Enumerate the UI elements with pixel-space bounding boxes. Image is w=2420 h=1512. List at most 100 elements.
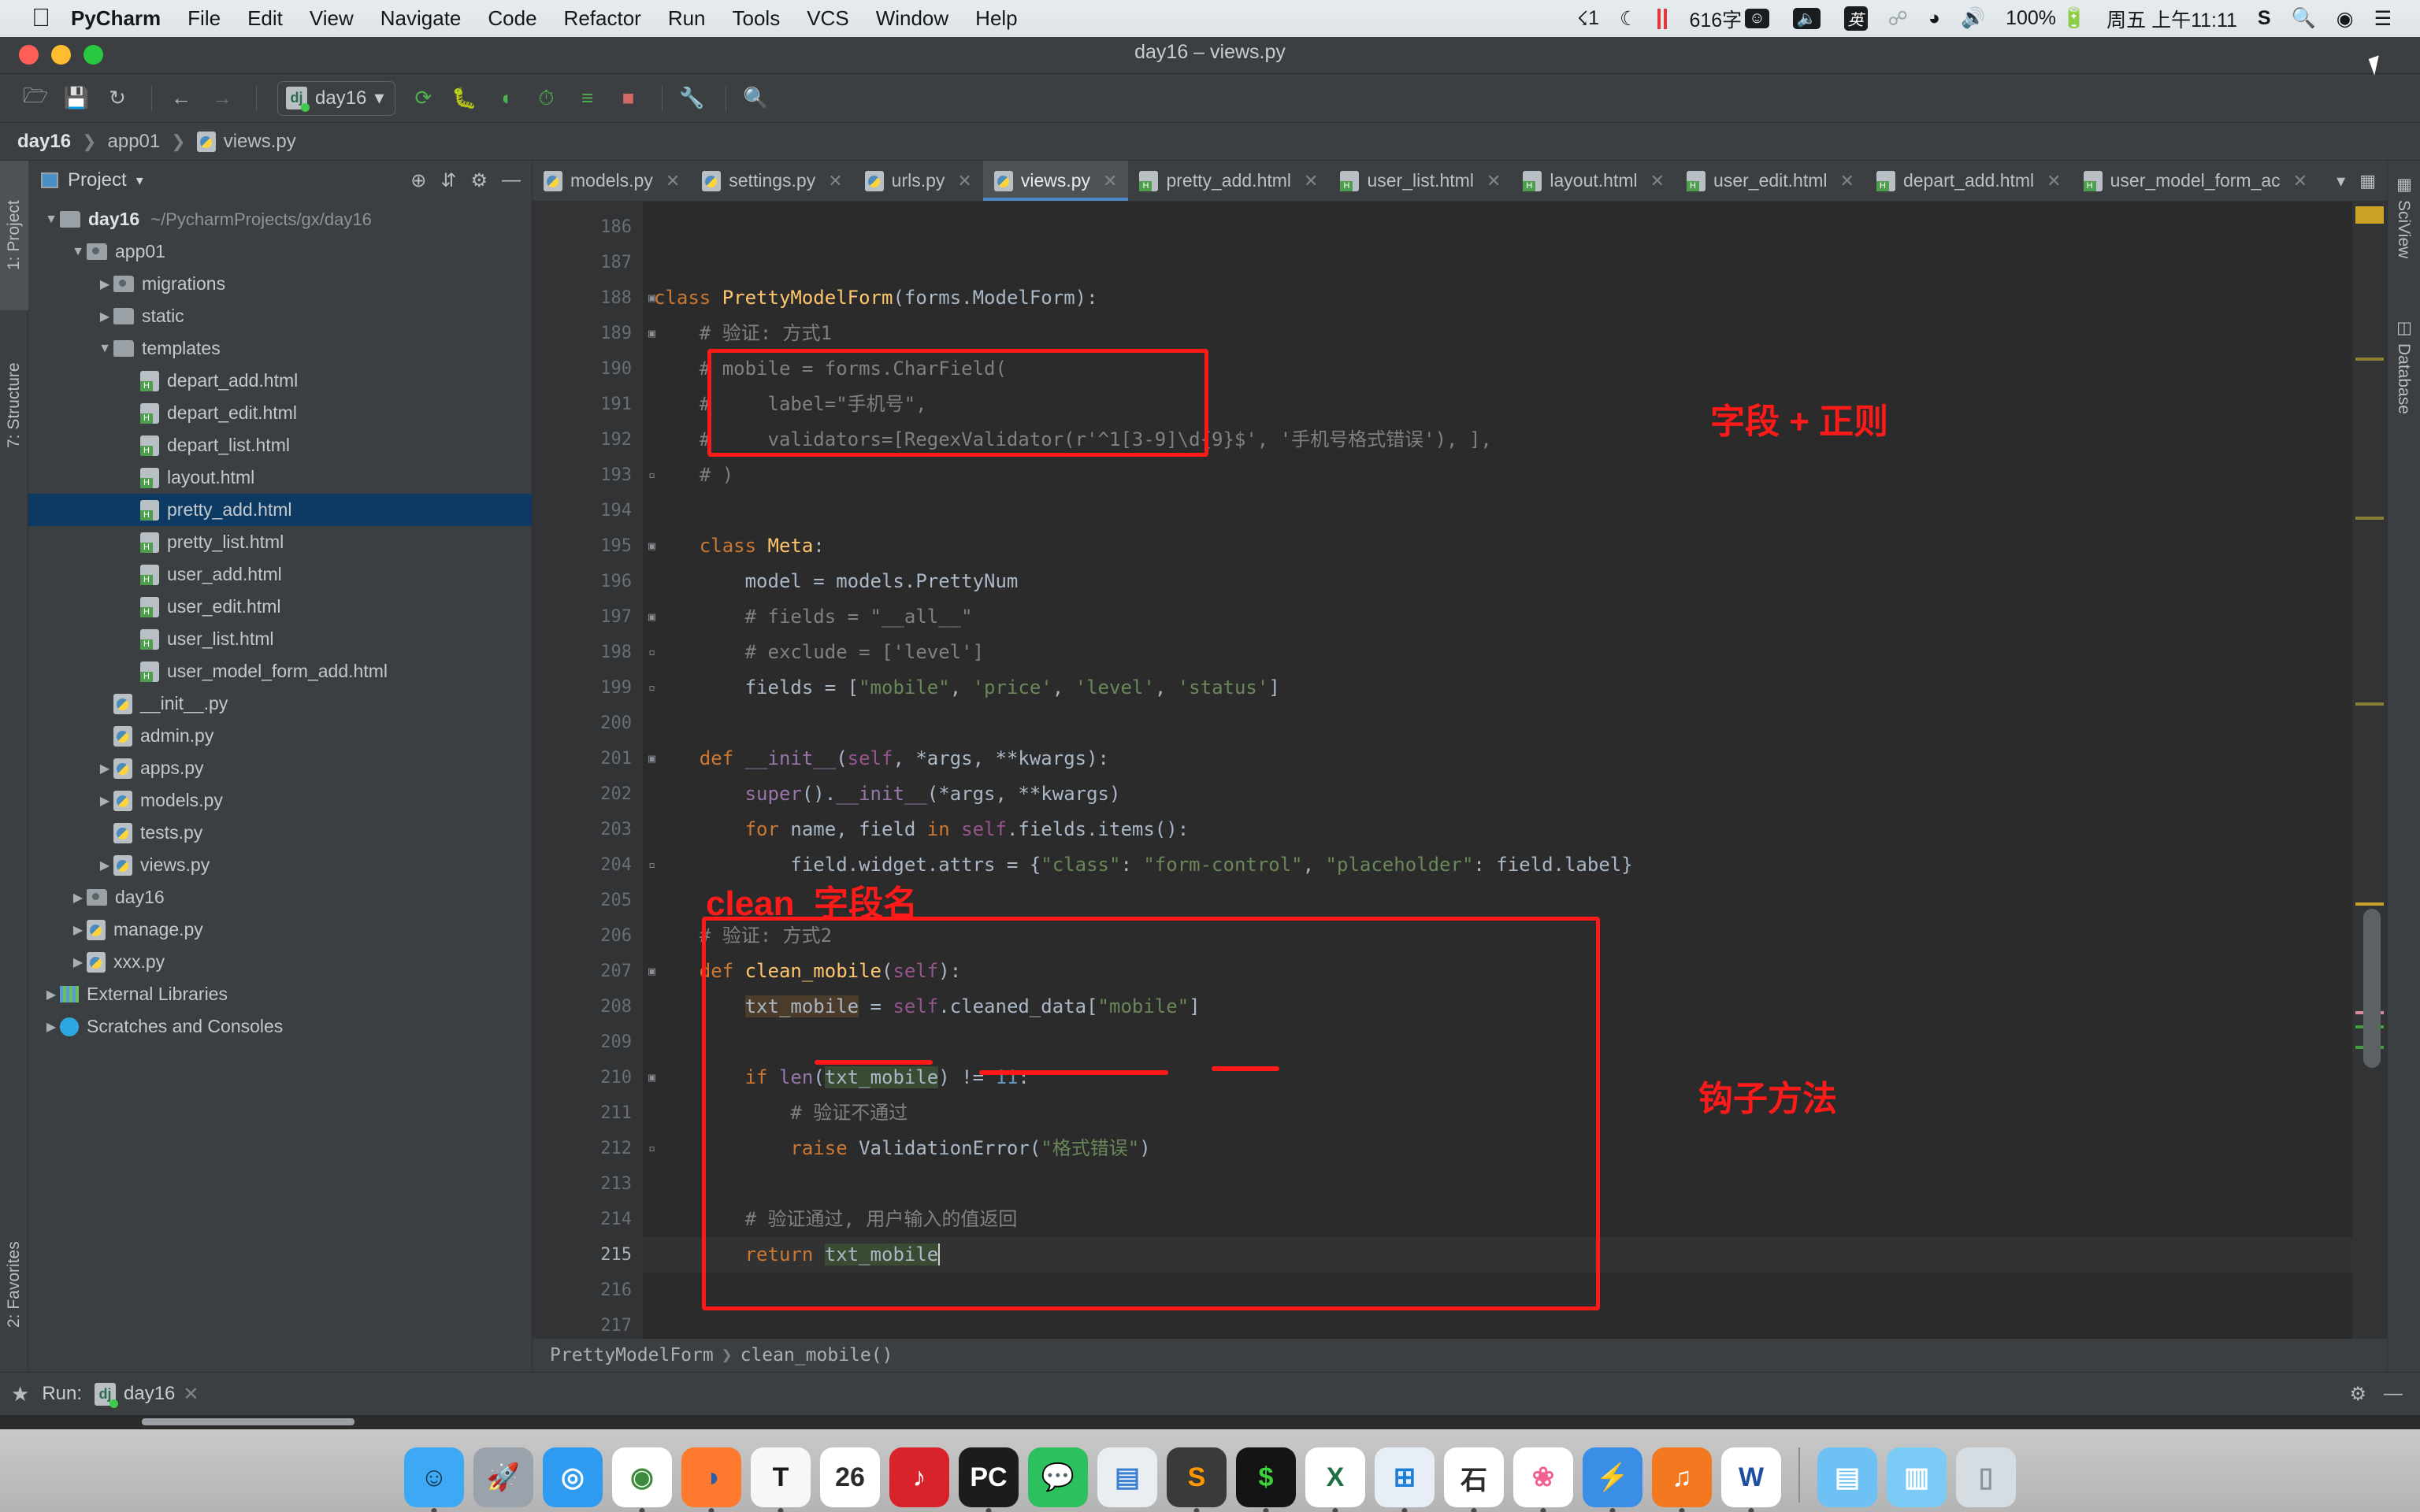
code-line[interactable]: def __init__(self, *args, **kwargs): bbox=[643, 741, 2352, 776]
control-center-icon[interactable]: ☰ bbox=[2374, 7, 2392, 31]
editor-tab-settings-py[interactable]: settings.py✕ bbox=[691, 161, 853, 201]
run-tab-day16[interactable]: dj day16 ✕ bbox=[95, 1383, 199, 1406]
minimize-window-button[interactable] bbox=[51, 45, 71, 65]
close-icon[interactable]: ✕ bbox=[2293, 171, 2307, 191]
code-line[interactable]: # label="手机号", bbox=[643, 387, 2352, 422]
chevron-right-icon[interactable]: ▶ bbox=[43, 1019, 60, 1035]
editor-tab-bar[interactable]: models.py✕settings.py✕urls.py✕views.py✕p… bbox=[533, 161, 2387, 202]
chevron-right-icon[interactable]: ▶ bbox=[69, 954, 87, 970]
gear-icon[interactable]: ⚙ bbox=[470, 169, 488, 192]
microphone-icon[interactable]: 🔈 bbox=[1790, 8, 1821, 29]
code-line[interactable]: # 验证: 方式1 bbox=[643, 316, 2352, 351]
code-line[interactable]: for name, field in self.fields.items(): bbox=[643, 812, 2352, 847]
chevron-down-icon[interactable]: ▾ bbox=[136, 172, 143, 189]
search-icon[interactable]: 🔍 bbox=[737, 80, 774, 117]
volume-icon[interactable]: 🔊 bbox=[1961, 7, 1985, 30]
menu-navigate[interactable]: Navigate bbox=[380, 6, 462, 31]
tree-item-pretty_list-html[interactable]: pretty_list.html bbox=[28, 526, 532, 558]
input-method-icon[interactable]: 英 bbox=[1841, 6, 1868, 31]
code-line[interactable]: if len(txt_mobile) != 11: bbox=[643, 1060, 2352, 1095]
tree-item-static[interactable]: ▶static bbox=[28, 300, 532, 332]
tree-item-pretty_add-html[interactable]: pretty_add.html bbox=[28, 494, 532, 526]
minimize-icon[interactable]: — bbox=[502, 169, 521, 191]
dock-icon-iterm[interactable]: $ bbox=[1236, 1447, 1296, 1507]
tree-item-day16[interactable]: ▶day16 bbox=[28, 881, 532, 914]
tree-item-models-py[interactable]: ▶models.py bbox=[28, 784, 532, 817]
chevron-down-icon[interactable]: ▼ bbox=[96, 342, 113, 356]
bandwidth-icon[interactable]: ☇1 bbox=[1577, 7, 1599, 31]
collapse-all-icon[interactable]: ⇵ bbox=[440, 169, 456, 192]
tree-item-scratches-and-consoles[interactable]: ▶Scratches and Consoles bbox=[28, 1010, 532, 1043]
editor-tabs-overflow[interactable]: ▾ ▦ bbox=[2325, 161, 2387, 201]
chevron-down-icon[interactable]: ▾ bbox=[2336, 171, 2345, 191]
editor-tab-models-py[interactable]: models.py✕ bbox=[533, 161, 691, 201]
chevron-right-icon[interactable]: ▶ bbox=[96, 276, 113, 292]
run-coverage-icon[interactable]: ◖ bbox=[487, 80, 523, 117]
sogou-icon[interactable]: S bbox=[2258, 7, 2271, 30]
tree-item-views-py[interactable]: ▶views.py bbox=[28, 849, 532, 881]
menu-tools[interactable]: Tools bbox=[733, 6, 781, 31]
tree-item-templates[interactable]: ▼templates bbox=[28, 332, 532, 365]
dock-icon-documents-stack[interactable]: ▥ bbox=[1887, 1447, 1947, 1507]
menu-file[interactable]: File bbox=[187, 6, 221, 31]
dock-icon-parallels[interactable]: ⊞ bbox=[1375, 1447, 1435, 1507]
menu-pycharm[interactable]: PyCharm bbox=[71, 6, 161, 31]
close-icon[interactable]: ✕ bbox=[666, 171, 680, 191]
dock-icon-sublime[interactable]: S bbox=[1167, 1447, 1227, 1507]
crumb-class[interactable]: PrettyModelForm bbox=[550, 1345, 714, 1366]
editor-tab-user_list-html[interactable]: user_list.html✕ bbox=[1329, 161, 1512, 201]
tree-item-depart_add-html[interactable]: depart_add.html bbox=[28, 365, 532, 397]
code-line[interactable]: def clean_mobile(self): bbox=[643, 954, 2352, 989]
close-icon[interactable]: ✕ bbox=[183, 1383, 199, 1406]
close-icon[interactable]: ✕ bbox=[1840, 171, 1854, 191]
code-line[interactable]: class PrettyModelForm(forms.ModelForm): bbox=[643, 280, 2352, 316]
close-window-button[interactable] bbox=[19, 45, 39, 65]
word-count-indicator[interactable]: 616字☺ bbox=[1689, 5, 1769, 33]
sidebar-item-structure[interactable]: 7: Structure bbox=[0, 315, 28, 496]
chevron-right-icon[interactable]: ▶ bbox=[96, 858, 113, 873]
editor-tab-depart_add-html[interactable]: depart_add.html✕ bbox=[1865, 161, 2073, 201]
dock-icon-excel[interactable]: X bbox=[1305, 1447, 1365, 1507]
editor-tab-urls-py[interactable]: urls.py✕ bbox=[854, 161, 983, 201]
code-line[interactable]: # fields = "__all__" bbox=[643, 599, 2352, 635]
run-configuration-selector[interactable]: dj day16 ▾ bbox=[277, 81, 395, 116]
tree-item-migrations[interactable]: ▶migrations bbox=[28, 268, 532, 300]
dock-icon-wechat[interactable]: 💬 bbox=[1028, 1447, 1088, 1507]
chevron-right-icon[interactable]: ▶ bbox=[69, 890, 87, 906]
code-editor[interactable]: 186187188▣189▣190191192193▫194195▣196197… bbox=[533, 202, 2387, 1339]
dock-icon-trash[interactable]: ▯ bbox=[1956, 1447, 2016, 1507]
code-line[interactable]: # validators=[RegexValidator(r'^1[3-9]\d… bbox=[643, 422, 2352, 458]
code-line[interactable]: # 验证通过, 用户输入的值返回 bbox=[643, 1202, 2352, 1237]
close-icon[interactable]: ✕ bbox=[1304, 171, 1318, 191]
code-line[interactable] bbox=[643, 1273, 2352, 1308]
code-line[interactable] bbox=[643, 1025, 2352, 1060]
dock-icon-keynote[interactable]: ▤ bbox=[1097, 1447, 1157, 1507]
menu-view[interactable]: View bbox=[310, 6, 354, 31]
code-line[interactable]: return txt_mobile bbox=[643, 1237, 2352, 1273]
dock-icon-douyin[interactable]: ♫ bbox=[1652, 1447, 1712, 1507]
menu-help[interactable]: Help bbox=[975, 6, 1017, 31]
sidebar-item-sciview[interactable]: ▦ SciView bbox=[2387, 167, 2420, 266]
back-arrow-icon[interactable]: ← bbox=[163, 80, 199, 117]
tree-item-xxx-py[interactable]: ▶xxx.py bbox=[28, 946, 532, 978]
dock-icon-thunder[interactable]: ⚡ bbox=[1583, 1447, 1642, 1507]
tree-item-app01[interactable]: ▼app01 bbox=[28, 235, 532, 268]
tree-item-depart_edit-html[interactable]: depart_edit.html bbox=[28, 397, 532, 429]
dock-icon-safari[interactable]: ◎ bbox=[543, 1447, 603, 1507]
tree-item-apps-py[interactable]: ▶apps.py bbox=[28, 752, 532, 784]
editor-vertical-scrollbar[interactable] bbox=[2363, 909, 2381, 1068]
sidebar-item-database[interactable]: ◫ Database bbox=[2387, 310, 2420, 422]
tree-item-user_add-html[interactable]: user_add.html bbox=[28, 558, 532, 591]
chevron-down-icon[interactable]: ▼ bbox=[43, 213, 60, 227]
close-icon[interactable]: ✕ bbox=[1650, 171, 1665, 191]
minimize-icon[interactable]: — bbox=[2384, 1383, 2403, 1406]
breadcrumb-views-py[interactable]: views.py bbox=[224, 131, 296, 153]
code-line[interactable]: # mobile = forms.CharField( bbox=[643, 351, 2352, 387]
chevron-right-icon[interactable]: ▶ bbox=[69, 922, 87, 938]
siri-icon[interactable]: ◉ bbox=[2336, 7, 2354, 31]
editor-tab-user_model_form_ac[interactable]: user_model_form_ac✕ bbox=[2073, 161, 2319, 201]
code-line[interactable] bbox=[643, 209, 2352, 245]
chevron-down-icon[interactable]: ▼ bbox=[69, 245, 87, 259]
code-line[interactable]: super().__init__(*args, **kwargs) bbox=[643, 776, 2352, 812]
code-line[interactable] bbox=[643, 245, 2352, 280]
